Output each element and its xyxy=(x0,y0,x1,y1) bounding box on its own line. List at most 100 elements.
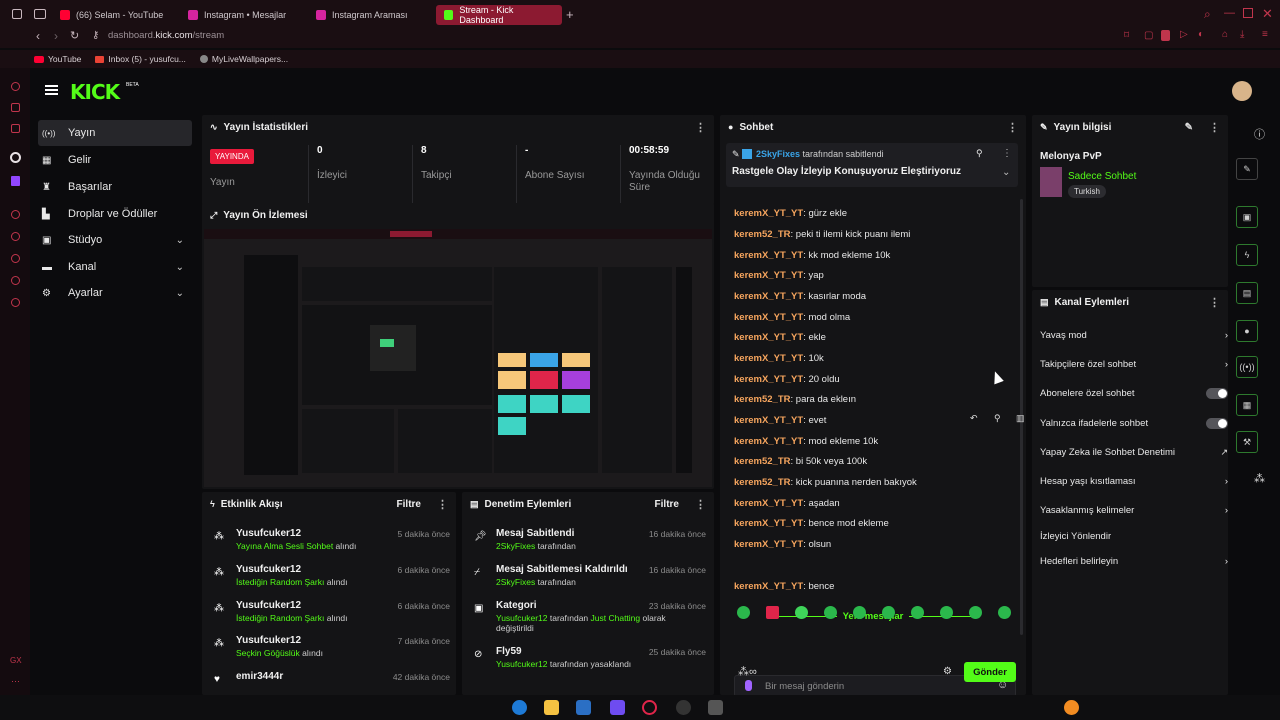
more-options-button[interactable]: ⋮ xyxy=(1007,121,1018,134)
chat-username[interactable]: kerem52_TR xyxy=(734,456,791,467)
chat-message[interactable]: keremX_YT_YT: kk mod ekleme 10k xyxy=(734,250,890,261)
new-tab-button[interactable]: + xyxy=(566,7,574,22)
kick-points-icon[interactable]: ⁂∞ xyxy=(738,665,757,678)
chat-message[interactable]: keremX_YT_YT: evet xyxy=(734,415,826,426)
chat-username[interactable]: kerem52_TR xyxy=(734,229,791,240)
emote-icon[interactable] xyxy=(795,606,808,619)
channel-action-followers-only[interactable]: Takipçilere özel sohbet › xyxy=(1040,359,1228,370)
tab-instagram-messages[interactable]: Instagram • Mesajlar xyxy=(180,5,308,25)
more-options-button[interactable]: ⋮ xyxy=(695,498,706,511)
emote-icon[interactable] xyxy=(882,606,895,619)
emote-icon[interactable] xyxy=(824,606,837,619)
workspaces-icon[interactable] xyxy=(34,9,46,19)
chat-message[interactable]: keremX_YT_YT: 20 oldu xyxy=(734,374,840,385)
more-options-button[interactable]: ⋮ xyxy=(1209,296,1220,309)
chat-username[interactable]: keremX_YT_YT xyxy=(734,436,803,447)
rail-icon-1[interactable] xyxy=(11,82,20,91)
chatgpt-icon[interactable] xyxy=(10,152,21,163)
chat-message[interactable]: kerem52_TR: para da ekleın xyxy=(734,394,856,405)
chat-username[interactable]: keremX_YT_YT xyxy=(734,415,803,426)
rail-icon-4[interactable] xyxy=(11,210,20,219)
tab-instagram-search[interactable]: Instagram Araması xyxy=(308,5,436,25)
chat-username[interactable]: keremX_YT_YT xyxy=(734,250,803,261)
chat-message[interactable]: keremX_YT_YT: 10k xyxy=(734,353,824,364)
list-item[interactable]: ♥ emir3444r 42 dakika önce xyxy=(210,671,450,691)
search-icon[interactable]: ⌕ xyxy=(1204,7,1211,22)
unpin-button[interactable]: ⚲ xyxy=(976,148,983,159)
more-options-button[interactable]: ⋮ xyxy=(437,498,448,511)
more-options-button[interactable]: ⋮ xyxy=(695,121,706,134)
notes-tool-button[interactable]: ▤ xyxy=(1236,282,1258,304)
rail-icon-3[interactable] xyxy=(11,124,20,133)
emote-icon[interactable] xyxy=(969,606,982,619)
pinned-message[interactable]: ✎ 2SkyFixes tarafından sabitlendi Rastge… xyxy=(726,143,1018,187)
shield-icon[interactable] xyxy=(1161,30,1170,41)
obs-icon[interactable] xyxy=(676,700,691,715)
chat-username[interactable]: keremX_YT_YT xyxy=(734,208,803,219)
chat-message[interactable]: kerem52_TR: bi 50k veya 100k xyxy=(734,456,867,467)
send-button[interactable]: Gönder xyxy=(964,662,1016,682)
chat-message[interactable]: keremX_YT_YT: gürz ekle xyxy=(734,208,847,219)
download-icon[interactable]: ⤓ xyxy=(1240,29,1244,40)
chat-username[interactable]: keremX_YT_YT xyxy=(734,498,803,509)
channel-action-ai-moderation[interactable]: Yapay Zeka ile Sohbet Denetimi ↗ xyxy=(1040,447,1228,458)
chat-username[interactable]: keremX_YT_YT xyxy=(734,518,803,529)
emote-icon[interactable] xyxy=(911,606,924,619)
file-explorer-icon[interactable] xyxy=(544,700,559,715)
edit-tool-button[interactable]: ✎ xyxy=(1236,158,1258,180)
emote-icon[interactable] xyxy=(940,606,953,619)
filter-button[interactable]: Filtre xyxy=(655,499,679,510)
chat-message[interactable]: kerem52_TR: peki ti ilemi kick puanı ile… xyxy=(734,229,910,240)
chat-username[interactable]: keremX_YT_YT xyxy=(734,581,803,592)
app-icon[interactable] xyxy=(708,700,723,715)
browser-menu-button[interactable]: ≡ xyxy=(1262,29,1268,40)
bookmark-youtube[interactable]: YouTube xyxy=(34,54,81,64)
bookmark-mylivewallpapers[interactable]: MyLiveWallpapers... xyxy=(199,54,288,64)
kick-points-icon[interactable]: ⁂ xyxy=(1254,472,1265,485)
weather-icon[interactable] xyxy=(1064,700,1079,715)
chat-message[interactable]: keremX_YT_YT: mod ekleme 10k xyxy=(734,436,878,447)
pin-icon[interactable]: ⚲ xyxy=(994,413,1001,424)
minimize-icon[interactable]: — xyxy=(1224,7,1235,19)
back-icon[interactable]: ‹ xyxy=(36,29,40,43)
bookmark-icon[interactable]: ⌑ xyxy=(1124,30,1129,41)
chat-username[interactable]: keremX_YT_YT xyxy=(734,270,803,281)
edge-icon[interactable] xyxy=(512,700,527,715)
stream-category[interactable]: Sadece Sohbet xyxy=(1068,171,1136,182)
screenshot-icon[interactable]: ▢ xyxy=(1144,30,1153,41)
sidebar-item-ayarlar[interactable]: ⚙ Ayarlar ⌄ xyxy=(38,280,192,306)
channel-action-banned-words[interactable]: Yasaklanmış kelimeler › xyxy=(1040,505,1228,516)
channel-action-account-age[interactable]: Hesap yaşı kısıtlaması › xyxy=(1040,476,1228,487)
sidebar-item-droplar[interactable]: ▙ Droplar ve Ödüller xyxy=(38,201,192,227)
list-item[interactable]: ⁂ Yusufcuker12 İstediğin Random Şarkı al… xyxy=(210,564,450,598)
pinned-menu-button[interactable]: ⋮ xyxy=(1002,148,1012,159)
browser-menu-icon[interactable] xyxy=(12,9,22,19)
twitch-icon[interactable] xyxy=(11,176,20,186)
broadcast-tool-button[interactable]: ((•)) xyxy=(1236,356,1258,378)
emote-icon[interactable] xyxy=(737,606,750,619)
play-icon[interactable]: ▷ xyxy=(1180,29,1188,40)
rail-icon-7[interactable] xyxy=(11,276,20,285)
lightning-tool-button[interactable]: ϟ xyxy=(1236,244,1258,266)
chat-tool-button[interactable]: ● xyxy=(1236,320,1258,342)
channel-action-emote-only[interactable]: Yalnızca ifadelerle sohbet xyxy=(1040,418,1228,429)
delete-icon[interactable]: ▥ xyxy=(1016,413,1025,424)
reload-icon[interactable]: ↻ xyxy=(70,29,79,42)
tab-kick-dashboard[interactable]: Stream - Kick Dashboard xyxy=(436,5,562,25)
edit-icon[interactable]: ✎ xyxy=(1185,122,1193,133)
chevron-down-icon[interactable]: ⌄ xyxy=(1002,167,1010,178)
list-item[interactable]: ▣ Kategori Yusufcuker12 tarafından Just … xyxy=(470,600,706,640)
sidebar-item-yayin[interactable]: ((•)) Yayın xyxy=(38,120,192,146)
list-item[interactable]: ⌿ Mesaj Sabitlemesi Kaldırıldı 2SkyFixes… xyxy=(470,564,706,598)
channel-action-subscribers-only[interactable]: Abonelere özel sohbet xyxy=(1040,388,1228,399)
microphone-icon[interactable] xyxy=(745,680,752,691)
list-item[interactable]: ⁂ Yusufcuker12 Seçkin Göğüslük alındı 7 … xyxy=(210,635,450,669)
bookmark-inbox[interactable]: Inbox (5) - yusufcu... xyxy=(95,54,186,64)
chat-username[interactable]: keremX_YT_YT xyxy=(734,332,803,343)
chat-settings-icon[interactable]: ⚙ xyxy=(943,666,952,677)
emote-only-toggle[interactable] xyxy=(1206,418,1228,429)
screen-tool-button[interactable]: ▣ xyxy=(1236,206,1258,228)
channel-action-raid[interactable]: İzleyici Yönlendir xyxy=(1040,531,1228,542)
list-item[interactable]: 📌︎ Mesaj Sabitlendi 2SkyFixes tarafından… xyxy=(470,528,706,562)
info-icon[interactable]: ⓘ xyxy=(1254,126,1265,142)
